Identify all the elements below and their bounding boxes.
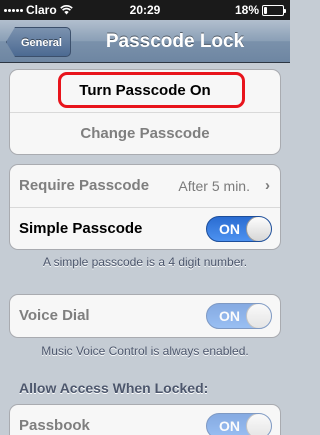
toggle-knob (246, 304, 271, 328)
require-passcode-row[interactable]: Require Passcode After 5 min. › (10, 165, 280, 207)
passcode-group: Turn Passcode On Change Passcode (9, 69, 281, 155)
require-passcode-label: Require Passcode (19, 177, 150, 194)
simple-passcode-footer: A simple passcode is a 4 digit number. (42, 255, 248, 269)
voice-dial-group: Voice Dial ON (9, 294, 281, 338)
simple-passcode-toggle[interactable]: ON (206, 216, 272, 242)
passbook-label: Passbook (19, 417, 90, 434)
simple-passcode-label: Simple Passcode (19, 220, 143, 237)
toggle-knob (246, 217, 271, 241)
toggle-on-text: ON (219, 418, 240, 434)
passbook-row: Passbook ON (10, 405, 280, 435)
voice-control-footer: Music Voice Control is always enabled. (41, 344, 249, 358)
battery-percent: 18% (234, 3, 259, 17)
red-highlight-annotation (58, 72, 245, 108)
back-button[interactable]: General (6, 27, 71, 57)
settings-content[interactable]: Turn Passcode On Change Passcode Require… (0, 64, 290, 435)
status-bar: Claro 20:29 18% (0, 0, 290, 20)
change-passcode-label: Change Passcode (80, 125, 210, 142)
navigation-bar: General Passcode Lock (0, 20, 290, 63)
allow-access-header: Allow Access When Locked: (19, 380, 209, 396)
battery-icon (262, 4, 286, 16)
toggle-on-text: ON (219, 221, 240, 237)
change-passcode-button[interactable]: Change Passcode (10, 112, 280, 154)
voice-dial-toggle[interactable]: ON (206, 303, 272, 329)
simple-passcode-row: Simple Passcode ON (10, 207, 280, 249)
allow-access-group: Passbook ON (9, 404, 281, 435)
passbook-toggle[interactable]: ON (206, 413, 272, 435)
turn-passcode-on-button[interactable]: Turn Passcode On (10, 70, 280, 112)
voice-dial-row: Voice Dial ON (10, 295, 280, 337)
toggle-on-text: ON (219, 308, 240, 324)
passcode-settings-group: Require Passcode After 5 min. › Simple P… (9, 164, 281, 250)
page-title: Passcode Lock (105, 31, 245, 52)
voice-dial-label: Voice Dial (19, 307, 90, 324)
chevron-right-icon: › (265, 177, 270, 194)
require-passcode-value: After 5 min. (178, 178, 250, 194)
toggle-knob (246, 414, 271, 435)
battery-info: 18% (234, 3, 286, 17)
